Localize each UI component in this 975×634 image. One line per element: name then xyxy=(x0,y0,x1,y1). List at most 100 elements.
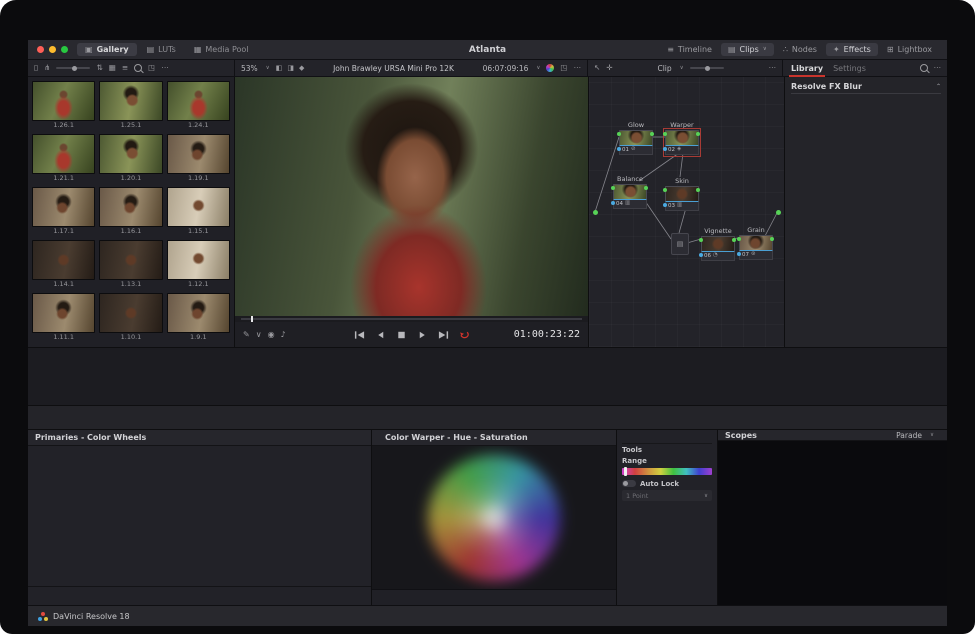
stills-view-icon[interactable]: ▯ xyxy=(34,64,38,72)
search-icon[interactable] xyxy=(920,64,928,72)
hue-range-bar[interactable] xyxy=(622,468,712,475)
gallery-still[interactable]: 1.21.1 xyxy=(32,134,95,183)
lightbox-button[interactable]: ⊞Lightbox xyxy=(880,43,939,56)
highlight-icon[interactable]: ◆ xyxy=(299,65,304,72)
gallery-still[interactable]: 1.11.1 xyxy=(32,293,95,342)
node-io-dot[interactable] xyxy=(644,186,648,190)
more-icon[interactable]: ⋯ xyxy=(161,64,169,72)
viewer-source-name[interactable]: John Brawley URSA Mini Pro 12K xyxy=(310,64,476,73)
node-io-dot[interactable] xyxy=(770,237,774,241)
node-warper[interactable]: Warper02◈ xyxy=(665,121,699,155)
node-tree-output-dot[interactable] xyxy=(776,210,781,215)
timeline-button[interactable]: ≡Timeline xyxy=(660,43,719,56)
library-more-icon[interactable]: ⋯ xyxy=(934,64,942,72)
album-tree-icon[interactable]: ⋔ xyxy=(44,64,50,72)
gallery-still[interactable]: 1.20.1 xyxy=(99,134,162,183)
node-io-dot[interactable] xyxy=(617,132,621,136)
skip-first-button[interactable] xyxy=(354,330,365,340)
node-io-dot[interactable] xyxy=(696,132,700,136)
expand-icon[interactable]: ◳ xyxy=(148,64,155,72)
node-layer-mixer[interactable]: ▤ xyxy=(671,233,689,255)
nodes-button[interactable]: ∴Nodes xyxy=(776,43,824,56)
minimize-window-button[interactable] xyxy=(49,46,56,53)
step-back-button[interactable] xyxy=(375,330,386,340)
node-key-dot[interactable] xyxy=(737,252,741,256)
annotate-dropdown-icon[interactable]: ∨ xyxy=(256,331,262,339)
node-io-dot[interactable] xyxy=(732,238,736,242)
node-balance[interactable]: Balance04▥ xyxy=(613,175,647,209)
tab-library[interactable]: Library xyxy=(789,62,825,75)
gallery-still[interactable]: 1.12.1 xyxy=(167,240,230,289)
viewer-source-timecode[interactable]: 06:07:09:16 xyxy=(483,64,529,73)
node-key-dot[interactable] xyxy=(663,203,667,207)
gallery-still[interactable]: 1.14.1 xyxy=(32,240,95,289)
viewer-zoom-level[interactable]: 53% xyxy=(241,64,258,73)
node-mode-selector[interactable]: Clip xyxy=(657,64,671,73)
gallery-still[interactable]: 1.13.1 xyxy=(99,240,162,289)
sort-icon[interactable]: ⇅ xyxy=(96,64,102,72)
auto-lock-toggle[interactable] xyxy=(622,480,636,487)
gallery-still[interactable]: 1.9.1 xyxy=(167,293,230,342)
point-count-dropdown[interactable]: 1 Point∨ xyxy=(622,490,712,501)
gallery-still[interactable]: 1.24.1 xyxy=(167,81,230,130)
node-grain[interactable]: Grain07⊛ xyxy=(739,226,773,260)
expand-viewer-icon[interactable]: ◳ xyxy=(560,64,567,72)
viewer-more-icon[interactable]: ⋯ xyxy=(574,64,582,72)
stop-button[interactable] xyxy=(396,330,407,340)
warper-mesh[interactable] xyxy=(414,446,574,589)
gallery-still[interactable]: 1.26.1 xyxy=(32,81,95,130)
library-section-header[interactable]: Resolve FX Blur⌃ xyxy=(791,80,941,94)
grade-preview-icon[interactable] xyxy=(546,64,554,72)
page-bar: DaVinci Resolve 18 xyxy=(28,605,947,626)
tab-settings[interactable]: Settings xyxy=(831,62,868,75)
loop-button[interactable] xyxy=(459,330,470,340)
zoom-window-button[interactable] xyxy=(61,46,68,53)
gallery-still[interactable]: 1.25.1 xyxy=(99,81,162,130)
thumb-size-slider[interactable] xyxy=(56,67,90,69)
gallery-still[interactable]: 1.16.1 xyxy=(99,187,162,236)
gallery-still[interactable]: 1.15.1 xyxy=(167,187,230,236)
annotate-tool-icon[interactable]: ✎ xyxy=(243,331,250,339)
node-key-dot[interactable] xyxy=(663,147,667,151)
node-glow[interactable]: Glow01⊘ xyxy=(619,121,653,155)
tab-gallery[interactable]: ▣Gallery xyxy=(77,43,137,56)
grab-still-icon[interactable]: ◉ xyxy=(268,331,275,339)
tab-luts[interactable]: ▤LUTs xyxy=(139,43,184,56)
search-icon[interactable] xyxy=(134,64,142,72)
nodes-more-icon[interactable]: ⋯ xyxy=(769,64,777,72)
node-io-dot[interactable] xyxy=(663,132,667,136)
tab-media-pool[interactable]: ▦Media Pool xyxy=(186,43,257,56)
audio-icon[interactable]: ♪ xyxy=(281,331,286,339)
node-key-dot[interactable] xyxy=(611,201,615,205)
warper-canvas[interactable] xyxy=(372,446,616,589)
split-screen-icon[interactable]: ◨ xyxy=(287,65,294,72)
node-skin[interactable]: Skin03▥ xyxy=(665,177,699,211)
hand-tool-icon[interactable]: ✛ xyxy=(606,64,612,72)
viewer-image[interactable] xyxy=(235,77,588,316)
clips-button[interactable]: ▤Clips∨ xyxy=(721,43,774,56)
node-graph-panel[interactable]: Glow01⊘ Warper02◈ Balance04▥ Skin03▥Vignett… xyxy=(589,77,785,347)
node-io-dot[interactable] xyxy=(650,132,654,136)
scope-mode-dropdown[interactable]: Parade xyxy=(896,431,922,440)
play-button[interactable] xyxy=(417,330,428,340)
effects-button[interactable]: ✦Effects xyxy=(826,43,878,56)
node-vignette[interactable]: Vignette06◔ xyxy=(701,227,735,261)
list-view-icon[interactable]: ≡ xyxy=(122,64,128,72)
node-io-dot[interactable] xyxy=(611,186,615,190)
grid-view-icon[interactable]: ▦ xyxy=(109,64,116,72)
node-key-dot[interactable] xyxy=(699,253,703,257)
cursor-tool-icon[interactable]: ↖ xyxy=(594,64,600,72)
node-io-dot[interactable] xyxy=(699,238,703,242)
close-window-button[interactable] xyxy=(37,46,44,53)
node-key-dot[interactable] xyxy=(617,147,621,151)
node-zoom-slider[interactable] xyxy=(690,67,724,69)
wipe-still-icon[interactable]: ◧ xyxy=(276,65,283,72)
gallery-still[interactable]: 1.19.1 xyxy=(167,134,230,183)
node-tree-input-dot[interactable] xyxy=(593,210,598,215)
skip-last-button[interactable] xyxy=(438,330,449,340)
node-io-dot[interactable] xyxy=(737,237,741,241)
gallery-still[interactable]: 1.17.1 xyxy=(32,187,95,236)
node-io-dot[interactable] xyxy=(696,188,700,192)
node-io-dot[interactable] xyxy=(663,188,667,192)
gallery-still[interactable]: 1.10.1 xyxy=(99,293,162,342)
